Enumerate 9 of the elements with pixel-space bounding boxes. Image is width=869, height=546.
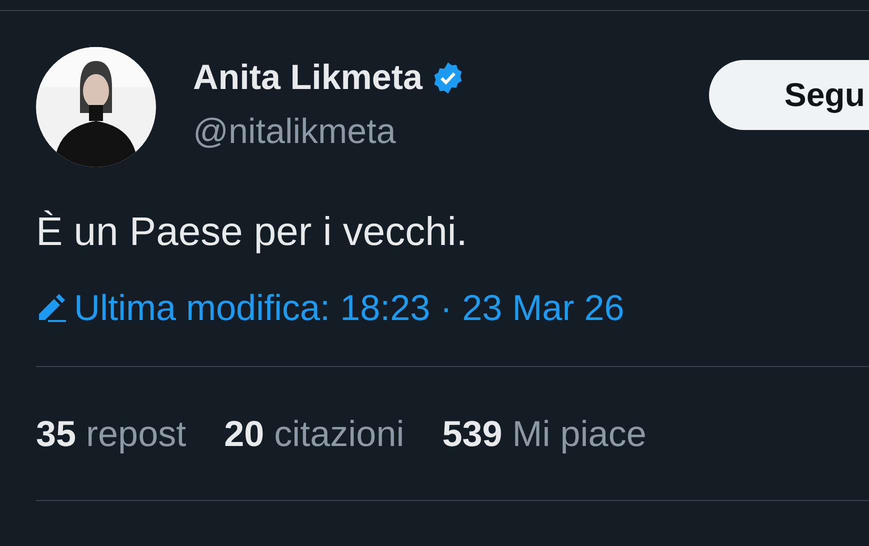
pencil-icon	[36, 294, 68, 322]
stat-link[interactable]: 35 repost	[36, 412, 186, 454]
edit-info-link[interactable]: Ultima modifica: 18:23 · 23 Mar 26	[74, 286, 624, 330]
stat-link[interactable]: 539 Mi piace	[442, 412, 646, 454]
stat-link[interactable]: 20 citazioni	[224, 412, 404, 454]
follow-button[interactable]: Segu	[709, 60, 869, 130]
author-handle[interactable]: @nitalikmeta	[193, 111, 464, 153]
author-name[interactable]: Anita Likmeta	[193, 57, 422, 99]
tweet-text: È un Paese per i vecchi.	[36, 209, 468, 256]
